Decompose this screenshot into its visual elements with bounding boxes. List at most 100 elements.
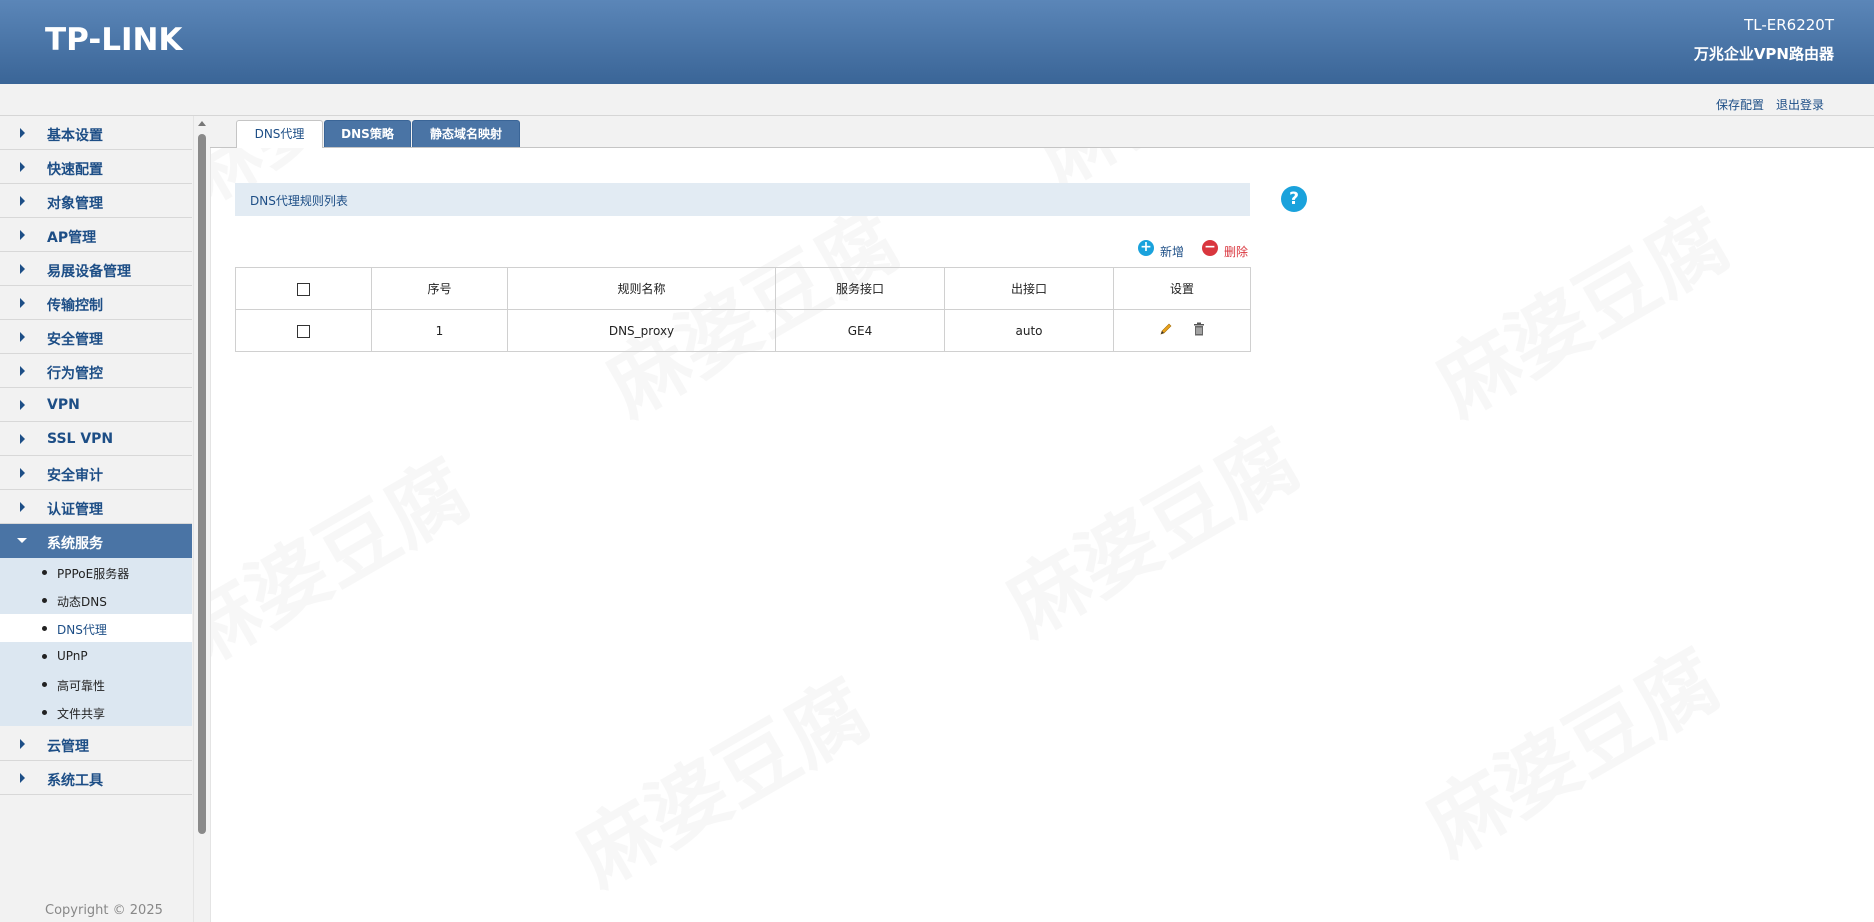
column-header-index: 序号 xyxy=(371,267,508,310)
add-button-label: 新增 xyxy=(1160,245,1185,259)
column-header-service-interface: 服务接口 xyxy=(775,267,945,310)
sidebar-item-label: 安全审计 xyxy=(47,468,103,484)
sidebar-item-label: AP管理 xyxy=(47,230,97,246)
sidebar-item-security-management[interactable]: 安全管理 xyxy=(0,320,192,354)
app-header: TP-LINK TL-ER6220T 万兆企业VPN路由器 xyxy=(0,0,1874,85)
caret-right-icon xyxy=(20,196,25,206)
add-button[interactable]: + 新增 xyxy=(1138,240,1188,259)
column-header-rule-name: 规则名称 xyxy=(507,267,776,310)
caret-right-icon xyxy=(20,332,25,342)
sidebar-subitem-label: 文件共享 xyxy=(57,707,106,721)
column-header-settings: 设置 xyxy=(1113,267,1251,310)
top-toolbar: 保存配置 退出登录 xyxy=(0,84,1874,116)
caret-right-icon xyxy=(20,468,25,478)
cell-index: 1 xyxy=(371,309,508,352)
product-name: 万兆企业VPN路由器 xyxy=(1693,45,1834,63)
watermark-text: 麻婆豆腐 xyxy=(991,413,1316,654)
dns-proxy-rules-table: 序号 规则名称 服务接口 出接口 设置 1 DNS_proxy GE4 auto xyxy=(235,267,1251,352)
sidebar-item-label: 快速配置 xyxy=(47,162,103,178)
sidebar-item-label: 基本设置 xyxy=(47,128,103,144)
bullet-icon xyxy=(42,598,47,603)
sidebar-item-label: 系统工具 xyxy=(47,773,103,789)
sidebar-item-object-management[interactable]: 对象管理 xyxy=(0,184,192,218)
sidebar-item-system-services[interactable]: 系统服务 xyxy=(0,524,192,558)
caret-right-icon xyxy=(20,128,25,138)
sidebar-subitem-label: UPnP xyxy=(57,649,88,663)
sidebar-subitem-label: DNS代理 xyxy=(57,623,107,637)
caret-right-icon xyxy=(20,773,25,783)
section-title: DNS代理规则列表 xyxy=(250,194,348,208)
select-all-checkbox[interactable] xyxy=(297,282,310,296)
caret-right-icon xyxy=(20,298,25,308)
help-icon[interactable]: ? xyxy=(1281,186,1307,212)
logout-link[interactable]: 退出登录 xyxy=(1776,96,1824,113)
caret-right-icon xyxy=(20,739,25,749)
sidebar-item-quick-config[interactable]: 快速配置 xyxy=(0,150,192,184)
sidebar-item-label: 认证管理 xyxy=(47,502,103,518)
sidebar-subitem-high-availability[interactable]: 高可靠性 xyxy=(0,670,192,698)
sidebar-item-transfer-control[interactable]: 传输控制 xyxy=(0,286,192,320)
sidebar-item-label: 传输控制 xyxy=(47,298,103,314)
scroll-up-arrow-icon[interactable] xyxy=(198,121,206,126)
sidebar-subitem-file-sharing[interactable]: 文件共享 xyxy=(0,698,192,726)
tab-dns-proxy[interactable]: DNS代理 xyxy=(236,120,323,148)
sidebar-item-label: SSL VPN xyxy=(47,431,114,447)
row-select-cell xyxy=(235,309,372,352)
sidebar-item-cloud-management[interactable]: 云管理 xyxy=(0,727,192,761)
column-header-out-interface: 出接口 xyxy=(944,267,1114,310)
sidebar-subitem-pppoe-server[interactable]: PPPoE服务器 xyxy=(0,558,192,586)
caret-down-icon xyxy=(17,538,27,543)
tab-static-dns-mapping[interactable]: 静态域名映射 xyxy=(412,120,520,147)
sidebar-subitem-dynamic-dns[interactable]: 动态DNS xyxy=(0,586,192,614)
sidebar-item-device-management[interactable]: 易展设备管理 xyxy=(0,252,192,286)
bullet-icon xyxy=(42,710,47,715)
table-header-row: 序号 规则名称 服务接口 出接口 设置 xyxy=(235,267,1251,310)
caret-right-icon xyxy=(20,162,25,172)
bullet-icon xyxy=(42,626,47,631)
cell-settings xyxy=(1113,309,1251,352)
caret-right-icon xyxy=(20,264,25,274)
sidebar-item-label: 系统服务 xyxy=(47,536,103,552)
sidebar-item-label: 易展设备管理 xyxy=(47,264,131,280)
watermark-text: 麻婆豆腐 xyxy=(1421,193,1746,434)
copyright-text: Copyright © 2025 xyxy=(45,903,163,918)
save-config-link[interactable]: 保存配置 xyxy=(1716,96,1764,113)
cell-rule-name: DNS_proxy xyxy=(507,309,776,352)
delete-button[interactable]: − 删除 xyxy=(1202,240,1252,259)
section-header: DNS代理规则列表 xyxy=(235,183,1250,216)
sidebar-item-behavior-control[interactable]: 行为管控 xyxy=(0,354,192,388)
sidebar-item-vpn[interactable]: VPN xyxy=(0,388,192,422)
bullet-icon xyxy=(42,682,47,687)
sidebar-item-basic-settings[interactable]: 基本设置 xyxy=(0,116,192,150)
caret-right-icon xyxy=(20,434,25,444)
sidebar-subitem-label: PPPoE服务器 xyxy=(57,567,130,581)
sidebar-subitem-upnp[interactable]: UPnP xyxy=(0,642,192,670)
caret-right-icon xyxy=(20,502,25,512)
sidebar-item-auth-management[interactable]: 认证管理 xyxy=(0,490,192,524)
sidebar-item-system-tools[interactable]: 系统工具 xyxy=(0,761,192,795)
caret-right-icon xyxy=(20,366,25,376)
tab-dns-policy[interactable]: DNS策略 xyxy=(324,120,411,147)
sidebar-subitem-dns-proxy[interactable]: DNS代理 xyxy=(0,614,192,642)
caret-right-icon xyxy=(20,230,25,240)
cell-out-interface: auto xyxy=(944,309,1114,352)
sidebar-item-security-audit[interactable]: 安全审计 xyxy=(0,456,192,490)
sidebar-item-ssl-vpn[interactable]: SSL VPN xyxy=(0,422,192,456)
sidebar-subitem-label: 动态DNS xyxy=(57,595,107,609)
table-row: 1 DNS_proxy GE4 auto xyxy=(235,309,1251,352)
row-checkbox[interactable] xyxy=(297,324,310,338)
watermark-text: 麻婆豆腐 xyxy=(1411,633,1736,874)
sidebar-item-label: 对象管理 xyxy=(47,196,103,212)
sidebar-item-label: 行为管控 xyxy=(47,366,103,382)
tab-bar: DNS代理 DNS策略 静态域名映射 xyxy=(210,116,1874,148)
sidebar-item-ap-management[interactable]: AP管理 xyxy=(0,218,192,252)
sidebar-item-label: 云管理 xyxy=(47,739,89,755)
sidebar-scrollbar[interactable] xyxy=(193,116,211,922)
pencil-icon[interactable] xyxy=(1159,322,1173,339)
sidebar-item-label: 安全管理 xyxy=(47,332,103,348)
trash-icon[interactable] xyxy=(1193,322,1205,339)
scrollbar-thumb[interactable] xyxy=(198,134,206,834)
sidebar-nav: 基本设置 快速配置 对象管理 AP管理 易展设备管理 传输控制 安全管理 行为管… xyxy=(0,116,193,922)
bullet-icon xyxy=(42,654,47,659)
sidebar-subitem-label: 高可靠性 xyxy=(57,679,106,693)
